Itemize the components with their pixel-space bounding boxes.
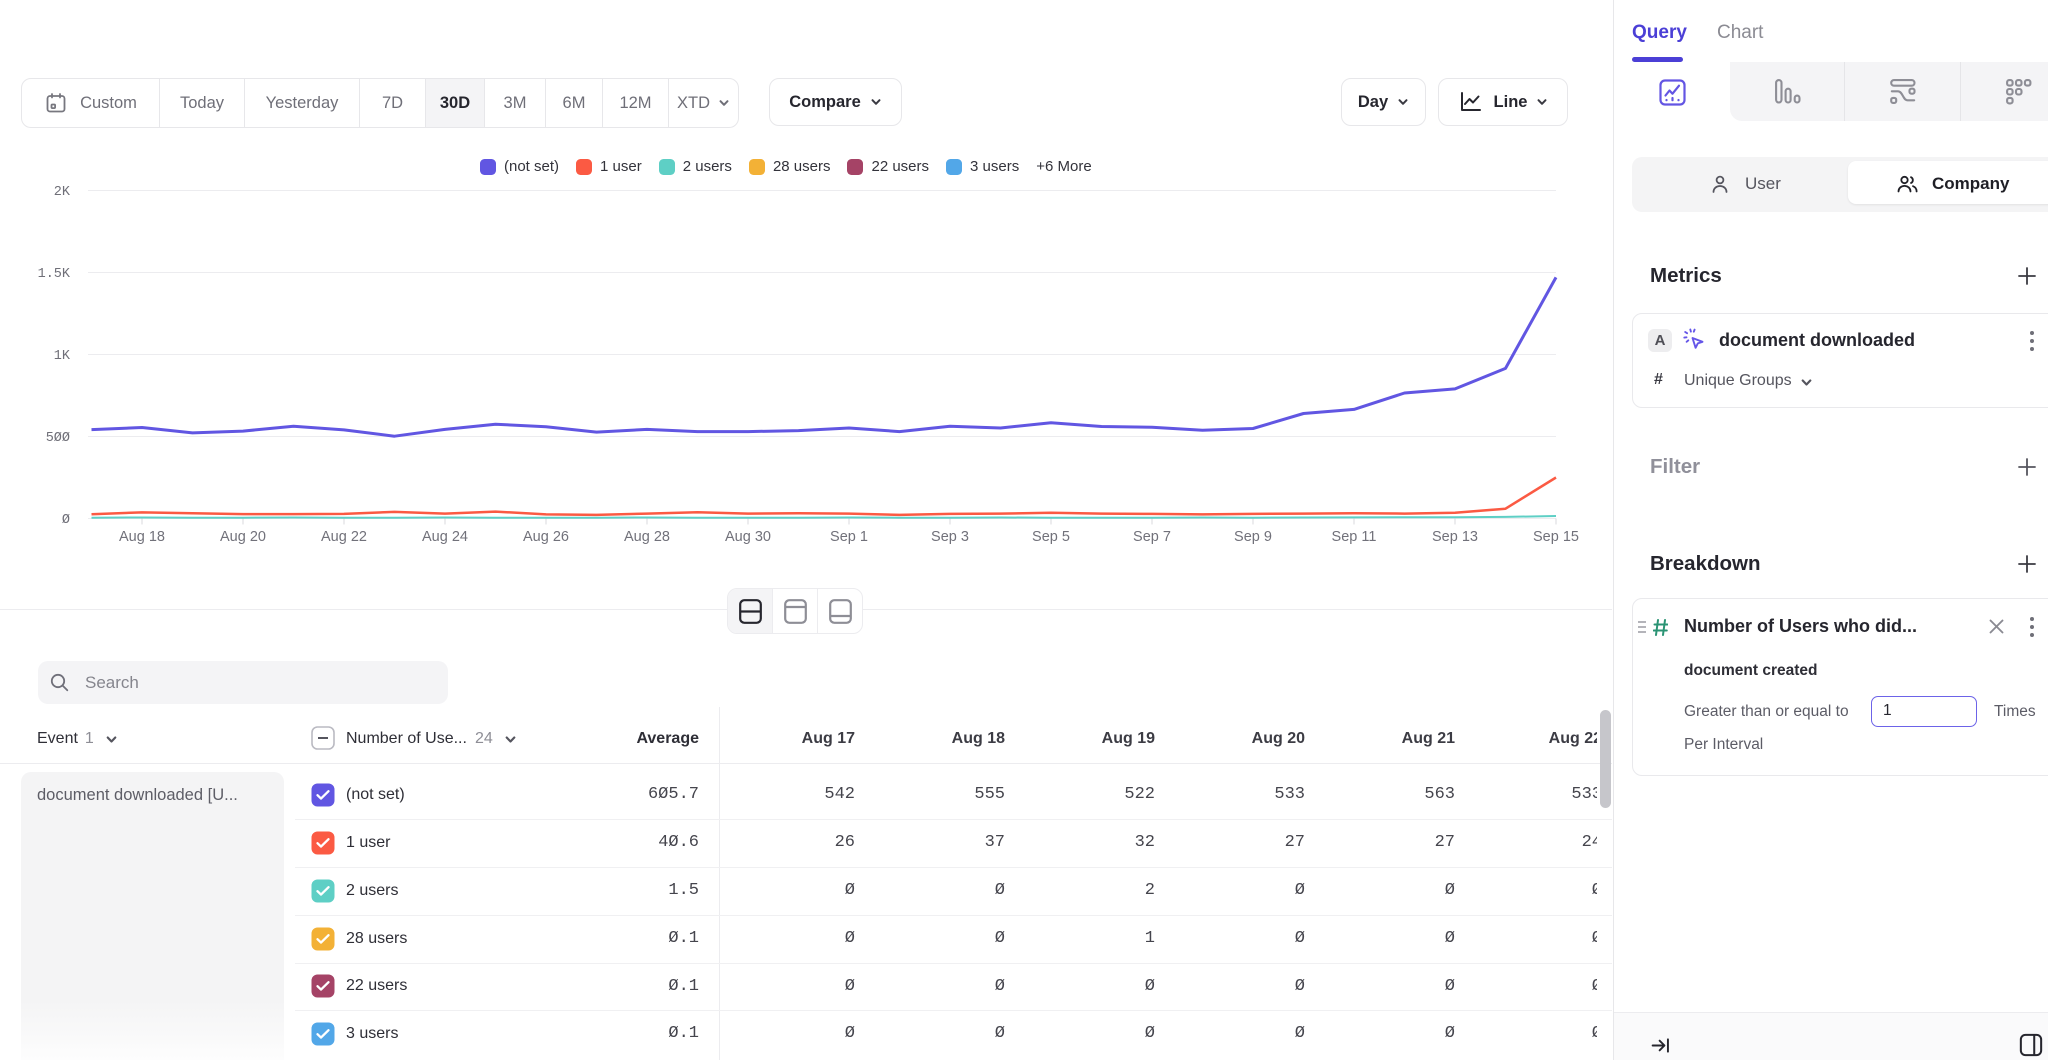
svg-text:Aug 18: Aug 18 [119, 529, 165, 545]
svg-text:Aug 28: Aug 28 [624, 529, 670, 545]
svg-text:Aug 26: Aug 26 [523, 529, 569, 545]
svg-text:Sep 13: Sep 13 [1432, 529, 1478, 545]
svg-text:Sep 5: Sep 5 [1032, 529, 1070, 545]
svg-text:Sep 9: Sep 9 [1234, 529, 1272, 545]
svg-text:5ØØ: 5ØØ [46, 431, 70, 446]
svg-text:2K: 2K [54, 185, 71, 200]
svg-text:Sep 15: Sep 15 [1533, 529, 1579, 545]
svg-text:Aug 24: Aug 24 [422, 529, 468, 545]
svg-text:1K: 1K [54, 349, 71, 364]
svg-text:Sep 1: Sep 1 [830, 529, 868, 545]
svg-text:Sep 11: Sep 11 [1332, 529, 1377, 545]
svg-text:Sep 7: Sep 7 [1133, 529, 1171, 545]
svg-text:Aug 30: Aug 30 [725, 529, 771, 545]
svg-text:Aug 20: Aug 20 [220, 529, 266, 545]
svg-text:Sep 3: Sep 3 [931, 529, 969, 545]
svg-text:Aug 22: Aug 22 [321, 529, 367, 545]
svg-text:1.5K: 1.5K [38, 267, 71, 282]
svg-text:Ø: Ø [62, 513, 70, 528]
